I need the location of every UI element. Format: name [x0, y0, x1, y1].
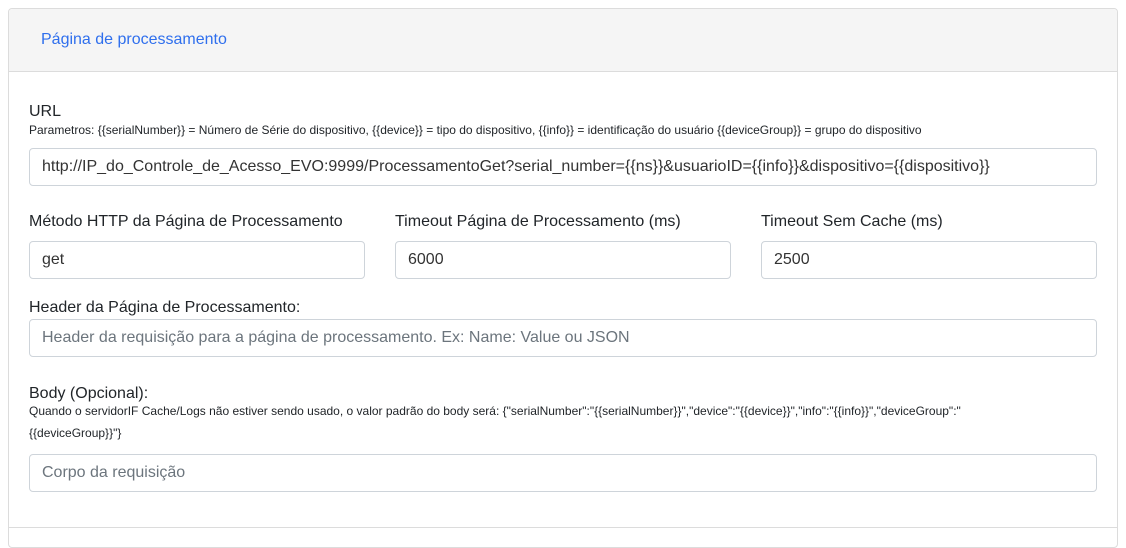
- header-input[interactable]: Header da requisição para a página de pr…: [29, 319, 1097, 357]
- card-header: Página de processamento: [9, 9, 1117, 72]
- method-label: Método HTTP da Página de Processamento: [29, 213, 343, 230]
- timeout-input[interactable]: 6000: [395, 241, 731, 279]
- timeout-nocache-group: Timeout Sem Cache (ms) 2500: [761, 213, 1097, 279]
- body-help-text: Quando o servidorIF Cache/Logs não estiv…: [29, 400, 1097, 444]
- header-label: Header da Página de Processamento:: [29, 299, 301, 316]
- url-input[interactable]: http://IP_do_Controle_de_Acesso_EVO:9999…: [29, 148, 1097, 186]
- body-help-line-1: Quando o servidorIF Cache/Logs não estiv…: [29, 404, 961, 418]
- timeout-nocache-input[interactable]: 2500: [761, 241, 1097, 279]
- timeout-nocache-label: Timeout Sem Cache (ms): [761, 213, 943, 230]
- card-title-link[interactable]: Página de processamento: [41, 31, 227, 49]
- method-timeouts-row: Método HTTP da Página de Processamento g…: [29, 213, 1097, 279]
- card-footer-divider: [9, 527, 1117, 528]
- method-group: Método HTTP da Página de Processamento g…: [29, 213, 365, 279]
- body-input[interactable]: Corpo da requisição: [29, 454, 1097, 492]
- processing-page-card: Página de processamento URL Parametros: …: [8, 8, 1118, 548]
- timeout-group: Timeout Página de Processamento (ms) 600…: [395, 213, 731, 279]
- body-help-line-2: {{deviceGroup}}"}: [29, 426, 122, 440]
- url-help-text: Parametros: {{serialNumber}} = Número de…: [29, 123, 922, 137]
- method-input[interactable]: get: [29, 241, 365, 279]
- timeout-label: Timeout Página de Processamento (ms): [395, 213, 681, 230]
